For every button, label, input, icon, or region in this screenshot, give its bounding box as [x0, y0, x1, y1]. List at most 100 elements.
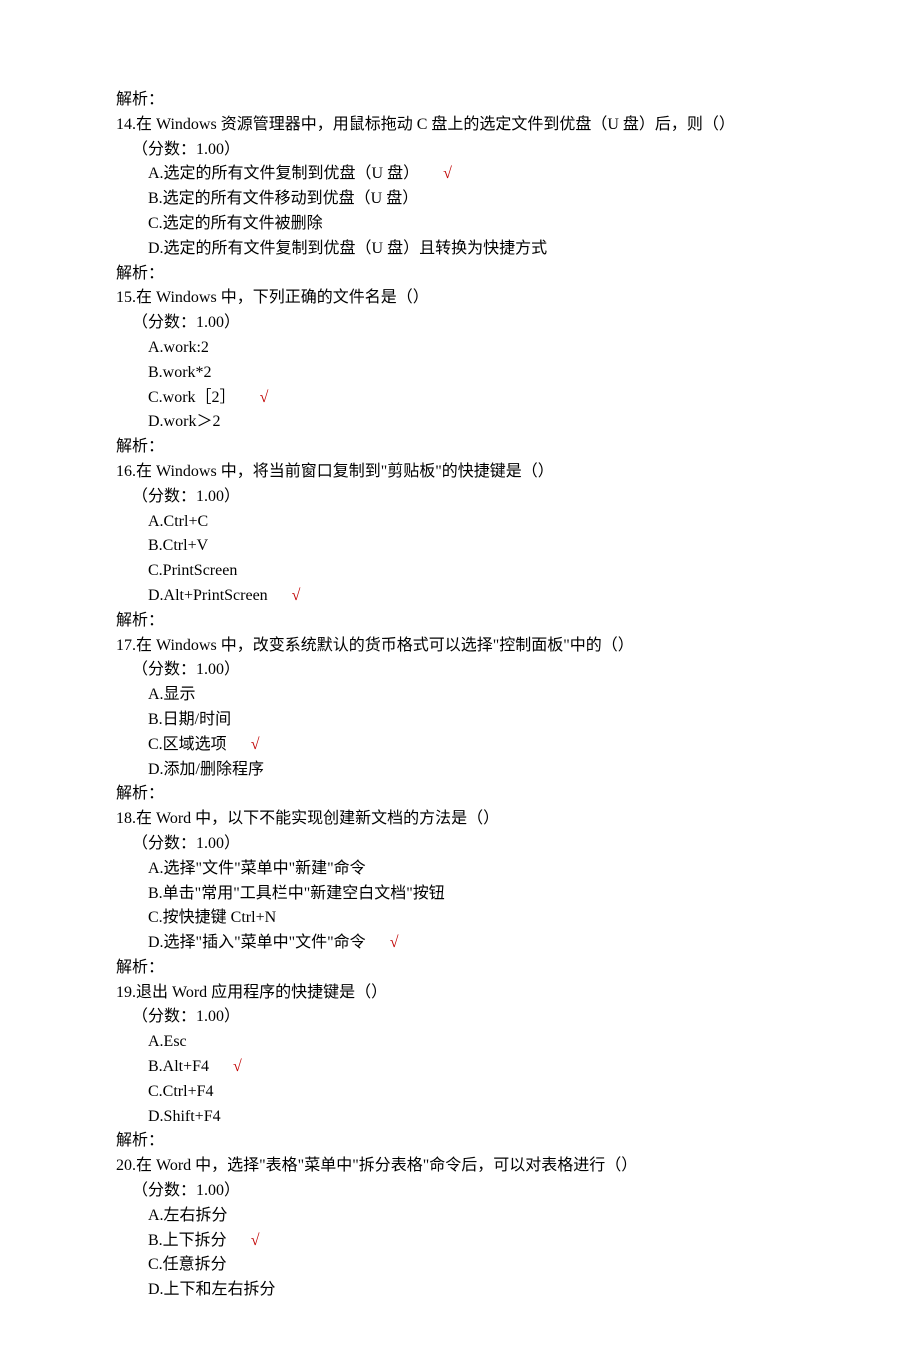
line-text: B.work*2 — [148, 364, 212, 381]
text-line: C.work［2］ √ — [116, 386, 804, 411]
text-line: B.上下拆分 √ — [116, 1229, 804, 1254]
line-text: 15.在 Windows 中，下列正确的文件名是（） — [116, 289, 429, 306]
text-line: D.Alt+PrintScreen √ — [116, 584, 804, 609]
line-text: （分数：1.00） — [132, 141, 240, 158]
text-line: D.添加/删除程序 — [116, 758, 804, 783]
check-mark-icon: √ — [260, 389, 269, 406]
line-text: 解析： — [116, 1132, 164, 1149]
text-line: 20.在 Word 中，选择"表格"菜单中"拆分表格"命令后，可以对表格进行（） — [116, 1154, 804, 1179]
line-text: 20.在 Word 中，选择"表格"菜单中"拆分表格"命令后，可以对表格进行（） — [116, 1157, 637, 1174]
text-line: （分数：1.00） — [116, 485, 804, 510]
text-line: A.work:2 — [116, 336, 804, 361]
line-text: C.任意拆分 — [148, 1256, 227, 1273]
text-line: 解析： — [116, 88, 804, 113]
line-text: 解析： — [116, 612, 164, 629]
text-line: 18.在 Word 中，以下不能实现创建新文档的方法是（） — [116, 807, 804, 832]
line-text: 17.在 Windows 中，改变系统默认的货币格式可以选择"控制面板"中的（） — [116, 637, 634, 654]
text-line: （分数：1.00） — [116, 832, 804, 857]
text-line: 16.在 Windows 中，将当前窗口复制到"剪贴板"的快捷键是（） — [116, 460, 804, 485]
text-line: C.任意拆分 — [116, 1253, 804, 1278]
line-text: C.Ctrl+F4 — [148, 1083, 213, 1100]
line-text: A.左右拆分 — [148, 1207, 228, 1224]
text-line: C.选定的所有文件被删除 — [116, 212, 804, 237]
check-mark-icon: √ — [292, 587, 301, 604]
line-text: A.work:2 — [148, 339, 209, 356]
document-page: 解析： 14.在 Windows 资源管理器中，用鼠标拖动 C 盘上的选定文件到优… — [0, 0, 920, 1363]
text-line: A.左右拆分 — [116, 1204, 804, 1229]
text-line: （分数：1.00） — [116, 311, 804, 336]
text-line: （分数：1.00） — [116, 658, 804, 683]
line-text: B.单击"常用"工具栏中"新建空白文档"按钮 — [148, 885, 445, 902]
text-line: 17.在 Windows 中，改变系统默认的货币格式可以选择"控制面板"中的（） — [116, 634, 804, 659]
text-line: D.work＞2 — [116, 410, 804, 435]
line-text: D.work＞2 — [148, 413, 220, 430]
text-line: C.PrintScreen — [116, 559, 804, 584]
check-mark-icon: √ — [251, 1232, 260, 1249]
text-line: 解析： — [116, 782, 804, 807]
line-text: D.添加/删除程序 — [148, 761, 264, 778]
text-line: D.上下和左右拆分 — [116, 1278, 804, 1303]
line-text: D.选择"插入"菜单中"文件"命令 — [148, 934, 366, 951]
text-line: 14.在 Windows 资源管理器中，用鼠标拖动 C 盘上的选定文件到优盘（U… — [116, 113, 804, 138]
text-line: A.Ctrl+C — [116, 510, 804, 535]
text-line: 解析： — [116, 262, 804, 287]
line-text: C.选定的所有文件被删除 — [148, 215, 323, 232]
line-text: A.Esc — [148, 1033, 187, 1050]
line-text: 18.在 Word 中，以下不能实现创建新文档的方法是（） — [116, 810, 499, 827]
line-text: D.Shift+F4 — [148, 1108, 221, 1125]
check-mark-icon: √ — [390, 934, 399, 951]
text-line: 解析： — [116, 1129, 804, 1154]
line-text: C.按快捷键 Ctrl+N — [148, 909, 276, 926]
line-text: 解析： — [116, 265, 164, 282]
text-line: A.显示 — [116, 683, 804, 708]
text-line: B.选定的所有文件移动到优盘（U 盘） — [116, 187, 804, 212]
line-text: （分数：1.00） — [132, 1008, 240, 1025]
line-text: 16.在 Windows 中，将当前窗口复制到"剪贴板"的快捷键是（） — [116, 463, 554, 480]
text-line: （分数：1.00） — [116, 1179, 804, 1204]
text-line: （分数：1.00） — [116, 1005, 804, 1030]
text-line: C.按快捷键 Ctrl+N — [116, 906, 804, 931]
line-text: B.上下拆分 — [148, 1232, 227, 1249]
line-text: A.显示 — [148, 686, 196, 703]
line-text: 解析： — [116, 785, 164, 802]
line-text: D.上下和左右拆分 — [148, 1281, 276, 1298]
line-text: 解析： — [116, 959, 164, 976]
text-line: 19.退出 Word 应用程序的快捷键是（） — [116, 981, 804, 1006]
line-text: 14.在 Windows 资源管理器中，用鼠标拖动 C 盘上的选定文件到优盘（U… — [116, 116, 735, 133]
text-line: A.Esc — [116, 1030, 804, 1055]
line-text: A.选择"文件"菜单中"新建"命令 — [148, 860, 366, 877]
text-line: 解析： — [116, 435, 804, 460]
text-line: 解析： — [116, 956, 804, 981]
line-text: （分数：1.00） — [132, 835, 240, 852]
check-mark-icon: √ — [233, 1058, 242, 1075]
line-text: （分数：1.00） — [132, 661, 240, 678]
line-text: B.Ctrl+V — [148, 537, 208, 554]
line-text: C.PrintScreen — [148, 562, 237, 579]
text-line: B.work*2 — [116, 361, 804, 386]
line-text: C.work［2］ — [148, 389, 236, 406]
line-text: （分数：1.00） — [132, 1182, 240, 1199]
text-line: B.日期/时间 — [116, 708, 804, 733]
text-line: A.选择"文件"菜单中"新建"命令 — [116, 857, 804, 882]
line-text: 19.退出 Word 应用程序的快捷键是（） — [116, 984, 387, 1001]
text-line: C.区域选项 √ — [116, 733, 804, 758]
text-line: D.选择"插入"菜单中"文件"命令 √ — [116, 931, 804, 956]
line-text: 解析： — [116, 438, 164, 455]
line-text: B.Alt+F4 — [148, 1058, 209, 1075]
text-line: 15.在 Windows 中，下列正确的文件名是（） — [116, 286, 804, 311]
line-text: A.选定的所有文件复制到优盘（U 盘） — [148, 165, 419, 182]
text-line: B.单击"常用"工具栏中"新建空白文档"按钮 — [116, 882, 804, 907]
text-line: （分数：1.00） — [116, 138, 804, 163]
text-line: B.Alt+F4 √ — [116, 1055, 804, 1080]
text-line: 解析： — [116, 609, 804, 634]
line-text: D.Alt+PrintScreen — [148, 587, 268, 604]
line-text: 解析： — [116, 91, 164, 108]
line-text: （分数：1.00） — [132, 488, 240, 505]
check-mark-icon: √ — [251, 736, 260, 753]
line-text: C.区域选项 — [148, 736, 227, 753]
text-line: D.Shift+F4 — [116, 1105, 804, 1130]
line-text: B.日期/时间 — [148, 711, 231, 728]
text-line: C.Ctrl+F4 — [116, 1080, 804, 1105]
text-line: B.Ctrl+V — [116, 534, 804, 559]
line-text: D.选定的所有文件复制到优盘（U 盘）且转换为快捷方式 — [148, 240, 547, 257]
